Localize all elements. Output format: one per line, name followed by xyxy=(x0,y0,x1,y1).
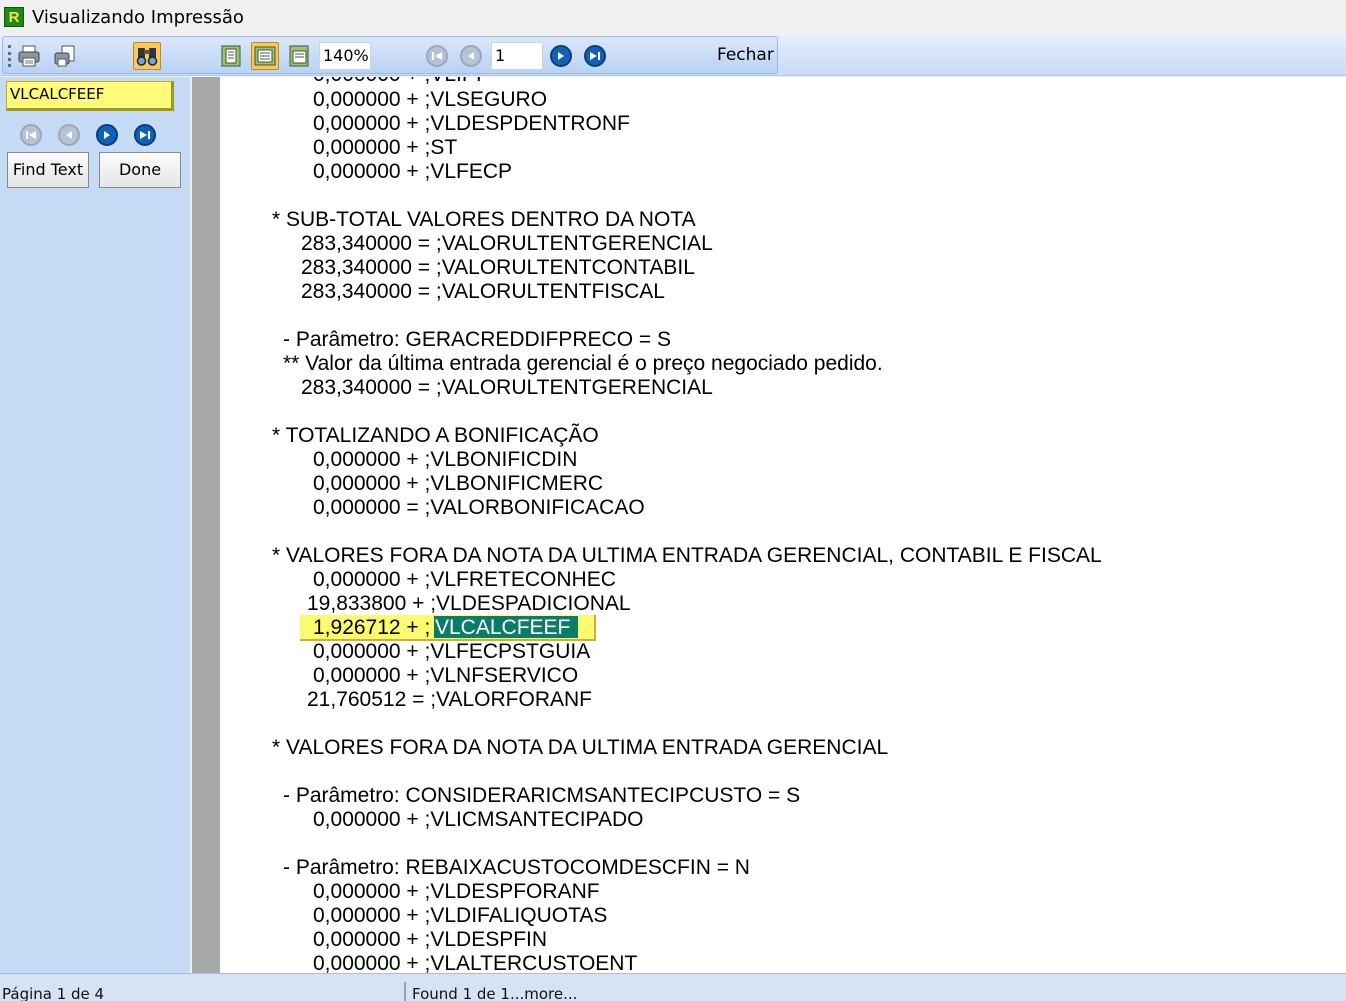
first-page-icon xyxy=(426,45,448,67)
find-previous-button[interactable] xyxy=(58,124,80,146)
next-page-button[interactable] xyxy=(547,42,575,70)
find-text-button[interactable]: Find Text xyxy=(7,152,89,188)
page-setup-button[interactable] xyxy=(51,42,79,70)
status-bar: Página 1 de 4 Found 1 de 1...more... xyxy=(0,973,1346,1001)
report-line: 0,000000 + ;VLIPI xyxy=(313,77,482,87)
page-number-field[interactable]: 1 xyxy=(491,42,543,70)
report-section-heading: * VALORES FORA DA NOTA DA ULTIMA ENTRADA… xyxy=(272,544,1102,567)
find-last-button[interactable] xyxy=(134,124,156,146)
report-line: 283,340000 = ;VALORULTENTFISCAL xyxy=(301,280,665,303)
close-button[interactable]: Fechar xyxy=(717,45,774,65)
first-page-button[interactable] xyxy=(423,42,451,70)
report-line: 0,000000 + ;VLDIFALIQUOTAS xyxy=(313,904,608,927)
window-title: Visualizando Impressão xyxy=(32,7,244,28)
last-page-button[interactable] xyxy=(581,42,609,70)
report-note: ** Valor da última entrada gerencial é o… xyxy=(283,352,883,375)
report-line: 0,000000 + ;VLBONIFICMERC xyxy=(313,472,604,495)
toolbar: 140% 1 Fechar xyxy=(0,36,1346,76)
multi-page-button[interactable] xyxy=(251,42,279,70)
find-input[interactable]: VLCALCFEEF xyxy=(6,81,174,111)
page-setup-icon xyxy=(54,45,75,67)
report-section-heading: * TOTALIZANDO A BONIFICAÇÃO xyxy=(272,424,599,447)
single-page-button[interactable] xyxy=(217,42,245,70)
title-bar: R Visualizando Impressão xyxy=(0,0,1346,36)
report-section-heading: * SUB-TOTAL VALORES DENTRO DA NOTA xyxy=(272,208,696,231)
report-section-heading: * VALORES FORA DA NOTA DA ULTIMA ENTRADA… xyxy=(272,736,889,759)
report-line: 0,000000 + ;VLFRETECONHEC xyxy=(313,568,616,591)
find-first-button[interactable] xyxy=(20,124,42,146)
find-next-button[interactable] xyxy=(96,124,118,146)
previous-page-button[interactable] xyxy=(457,42,485,70)
find-status: Found 1 de 1...more... xyxy=(412,985,578,1001)
toolbar-grip[interactable] xyxy=(8,45,11,67)
report-line: 0,000000 + ;VLSEGURO xyxy=(313,88,548,111)
print-icon xyxy=(18,45,40,67)
report-line: 21,760512 = ;VALORFORANF xyxy=(307,688,592,711)
report-line: 283,340000 = ;VALORULTENTGERENCIAL xyxy=(301,376,713,399)
report-line: 1,926712 + ; xyxy=(313,616,431,639)
report-line: 0,000000 + ;VLDESPFIN xyxy=(313,928,548,951)
single-page-icon xyxy=(221,45,241,67)
zoom-field[interactable]: 140% xyxy=(319,42,371,70)
report-line: 0,000000 + ;VLALTERCUSTOENT xyxy=(313,952,638,973)
multi-page-icon xyxy=(254,46,276,66)
find-icon xyxy=(136,48,158,66)
last-page-icon xyxy=(584,45,606,67)
page-gutter xyxy=(190,77,220,973)
find-button[interactable] xyxy=(133,42,161,70)
print-button[interactable] xyxy=(15,42,43,70)
status-divider xyxy=(404,982,406,1001)
report-line: 0,000000 + ;VLDESPDENTRONF xyxy=(313,112,630,135)
report-line: 0,000000 + ;VLBONIFICDIN xyxy=(313,448,578,471)
next-page-icon xyxy=(550,45,572,67)
report-line: 19,833800 + ;VLDESPADICIONAL xyxy=(307,592,631,615)
report-line: 0,000000 + ;VLNFSERVICO xyxy=(313,664,579,687)
report-line: 0,000000 + ;VLFECP xyxy=(313,160,513,183)
page-status: Página 1 de 4 xyxy=(2,985,105,1001)
done-button[interactable]: Done xyxy=(99,152,181,188)
report-line: 0,000000 + ;VLFECPSTGUIA xyxy=(313,640,591,663)
next-page-icon xyxy=(96,124,118,146)
report-line: 0,000000 = ;VALORBONIFICACAO xyxy=(313,496,645,519)
page-width-icon xyxy=(289,45,309,67)
page-width-button[interactable] xyxy=(285,42,313,70)
report-parameter: - Parâmetro: REBAIXACUSTOCOMDESCFIN = N xyxy=(283,856,750,879)
report-line: 0,000000 + ;VLDESPFORANF xyxy=(313,880,600,903)
find-panel: VLCALCFEEF Find Text Done xyxy=(0,77,190,973)
report-line: 283,340000 = ;VALORULTENTGERENCIAL xyxy=(301,232,713,255)
last-page-icon xyxy=(134,124,156,146)
report-page[interactable]: 0,000000 + ;VLIPI 0,000000 + ;VLSEGURO 0… xyxy=(220,77,1346,973)
app-icon: R xyxy=(4,7,24,27)
first-page-icon xyxy=(20,124,42,146)
report-parameter: - Parâmetro: CONSIDERARICMSANTECIPCUSTO … xyxy=(283,784,801,807)
toolbar-panel: 140% 1 Fechar xyxy=(2,36,778,74)
report-line: 0,000000 + ;ST xyxy=(313,136,458,159)
previous-page-icon xyxy=(58,124,80,146)
report-line: 283,340000 = ;VALORULTENTCONTABIL xyxy=(301,256,695,279)
report-line: 0,000000 + ;VLICMSANTECIPADO xyxy=(313,808,644,831)
previous-page-icon xyxy=(460,45,482,67)
report-parameter: - Parâmetro: GERACREDDIFPRECO = S xyxy=(283,328,671,351)
search-match-text: VLCALCFEEF xyxy=(435,616,571,639)
